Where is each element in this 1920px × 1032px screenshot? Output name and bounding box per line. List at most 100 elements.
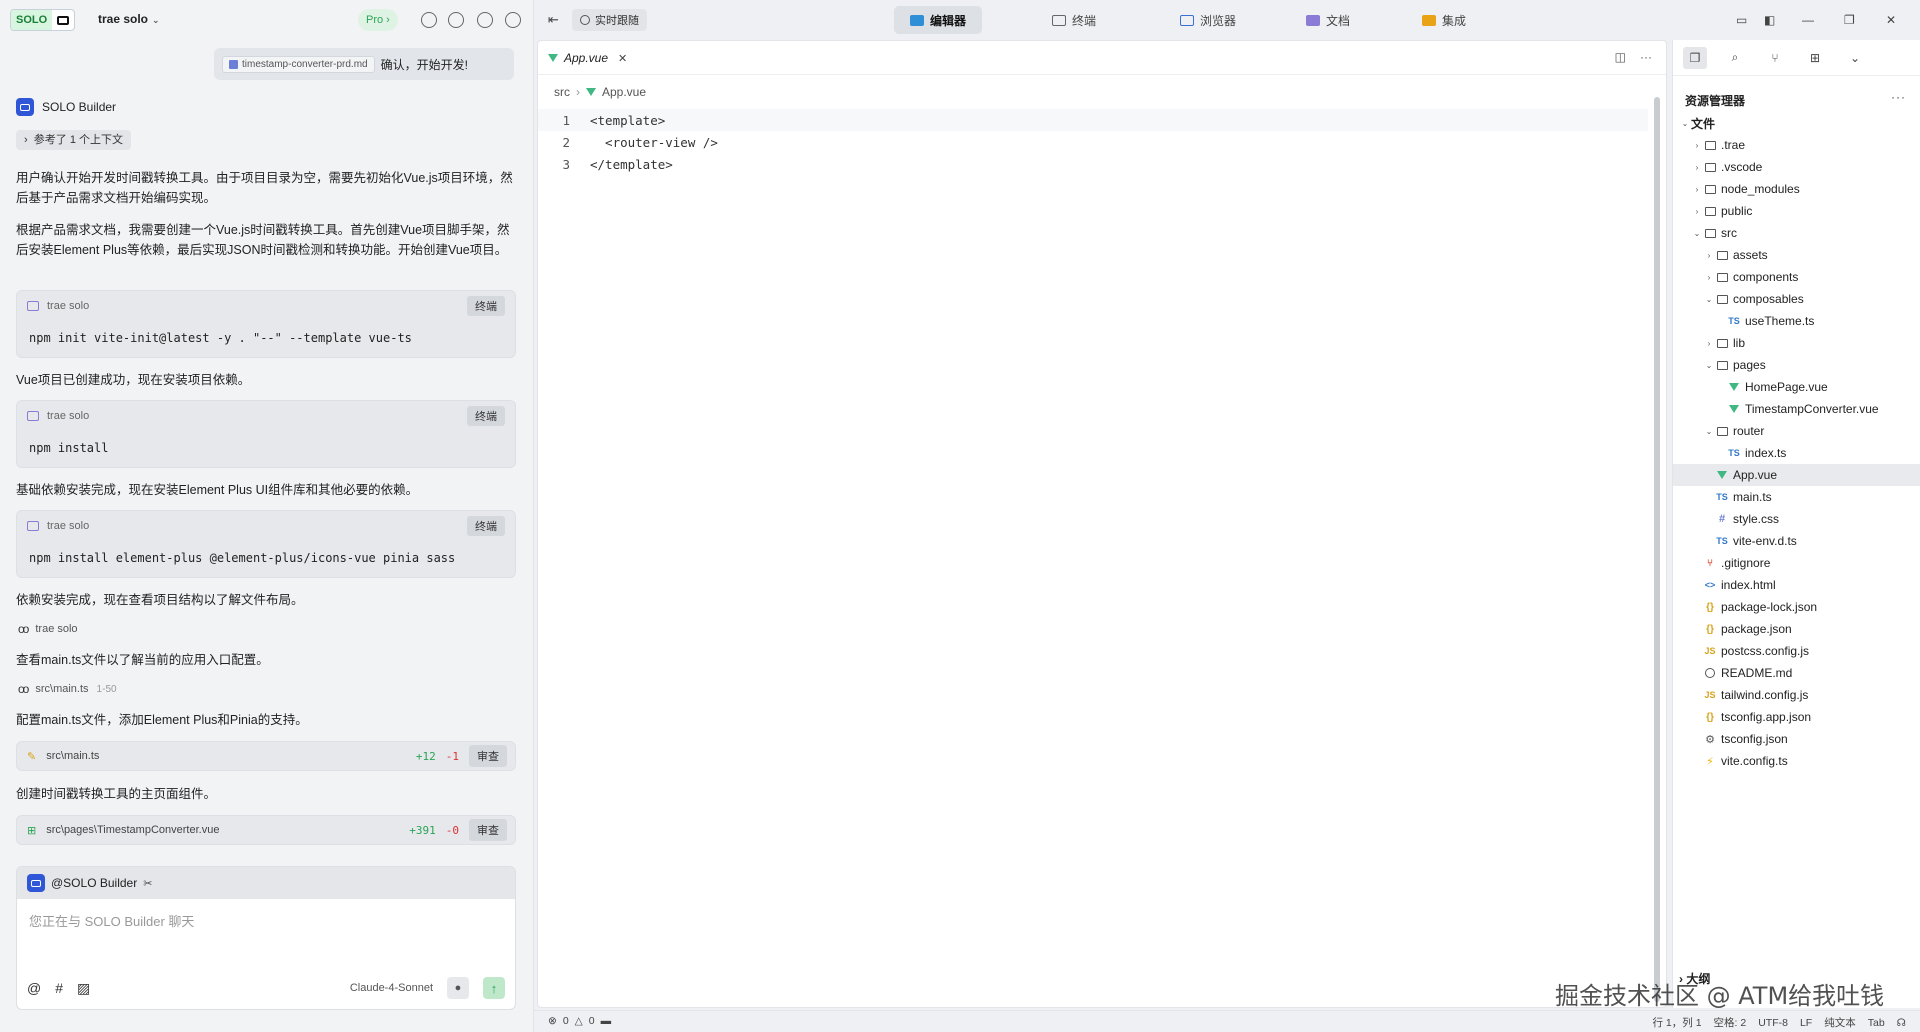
tree-item[interactable]: # style.css — [1673, 508, 1920, 530]
line-ending[interactable]: LF — [1800, 1017, 1812, 1029]
tree-item[interactable]: › public — [1673, 200, 1920, 222]
tree-item[interactable]: HomePage.vue — [1673, 376, 1920, 398]
tree-item[interactable]: TimestampConverter.vue — [1673, 398, 1920, 420]
settings-icon[interactable] — [477, 12, 493, 28]
indentation[interactable]: 空格: 2 — [1714, 1015, 1747, 1030]
review-button[interactable]: 审查 — [469, 745, 507, 767]
tree-item[interactable]: {} package.json — [1673, 618, 1920, 640]
diff-card: ✎ src\main.ts +12 -1 审查 — [16, 741, 516, 771]
view-tool-row[interactable]: oo src\main.ts 1-50 — [18, 682, 117, 696]
editor-scrollbar[interactable] — [1654, 97, 1660, 1002]
chevron-down-icon: ⌄ — [1705, 426, 1713, 436]
problems-indicator[interactable]: ⊗ 0 △ 0 ▬ — [548, 1015, 611, 1027]
tree-item[interactable]: TS index.ts — [1673, 442, 1920, 464]
attached-file-chip[interactable]: timestamp-converter-prd.md — [222, 55, 375, 73]
tree-item[interactable]: ⚙ tsconfig.json — [1673, 728, 1920, 750]
agent-mention[interactable]: @SOLO Builder — [51, 876, 137, 890]
tree-item[interactable]: ⌄ pages — [1673, 354, 1920, 376]
terminal-icon[interactable]: ▬ — [601, 1015, 612, 1027]
code-area[interactable]: 1 <template> 2 <router-view /> 3 </templat… — [538, 109, 1648, 175]
status-right: 行 1，列 1 空格: 2 UTF-8 LF 纯文本 Tab ☊ — [1653, 1015, 1906, 1030]
tab-integrations[interactable]: 集成 — [1406, 6, 1482, 34]
hash-icon[interactable]: # — [55, 980, 63, 996]
tree-item[interactable]: › assets — [1673, 244, 1920, 266]
encoding[interactable]: UTF-8 — [1758, 1017, 1788, 1029]
tree-item[interactable]: ⚡ vite.config.ts — [1673, 750, 1920, 772]
tab-docs[interactable]: 文档 — [1290, 6, 1366, 34]
image-icon[interactable]: ▨ — [77, 980, 90, 997]
tree-item[interactable]: <> index.html — [1673, 574, 1920, 596]
tree-item[interactable]: {} tsconfig.app.json — [1673, 706, 1920, 728]
source-control-icon[interactable]: ⑂ — [1763, 47, 1787, 69]
context-reference[interactable]: › 参考了 1 个上下文 — [16, 130, 132, 150]
open-terminal-button[interactable]: 终端 — [467, 516, 505, 536]
diff-file[interactable]: src\main.ts — [46, 750, 99, 762]
follow-toggle[interactable]: 实时跟随 — [572, 9, 647, 31]
send-button[interactable]: ↑ — [483, 977, 505, 999]
tab-editor[interactable]: 编辑器 — [894, 6, 983, 34]
new-chat-icon[interactable] — [421, 12, 437, 28]
chat-input[interactable]: 您正在与 SOLO Builder 聊天 — [29, 911, 194, 930]
tree-item[interactable]: TS main.ts — [1673, 486, 1920, 508]
more-icon[interactable]: ··· — [1891, 90, 1906, 104]
project-selector[interactable]: trae solo ⌄ — [98, 12, 160, 26]
review-button[interactable]: 审查 — [469, 819, 507, 841]
tree-item[interactable]: JS tailwind.config.js — [1673, 684, 1920, 706]
tree-item[interactable]: App.vue — [1673, 464, 1920, 486]
assistant-text: Vue项目已创建成功，现在安装项目依赖。 — [16, 373, 251, 387]
breadcrumb-item[interactable]: App.vue — [602, 85, 646, 99]
editor-tab-app-vue[interactable]: App.vue ✕ — [548, 47, 627, 69]
minimize-icon[interactable]: — — [1802, 13, 1814, 27]
split-editor-icon[interactable]: ◫ — [1615, 50, 1626, 64]
code-editor: App.vue ✕ ◫ ··· src › App.vue 1 <template… — [537, 40, 1667, 1008]
account-icon[interactable] — [505, 12, 521, 28]
history-icon[interactable] — [448, 12, 464, 28]
close-tab-icon[interactable]: ✕ — [618, 52, 627, 65]
tree-item[interactable]: › node_modules — [1673, 178, 1920, 200]
collapse-sidebar-icon[interactable]: ⇤ — [548, 12, 559, 28]
cursor-position[interactable]: 行 1，列 1 — [1653, 1015, 1702, 1030]
tree-item[interactable]: {} package-lock.json — [1673, 596, 1920, 618]
tree-item[interactable]: ⌄ src — [1673, 222, 1920, 244]
tab-terminal[interactable]: 终端 — [1036, 6, 1112, 34]
tools-icon[interactable]: ✂ — [143, 877, 152, 890]
chevron-down-icon[interactable]: ⌄ — [1843, 47, 1867, 69]
layout-bottom-icon[interactable]: ▭ — [1736, 13, 1747, 27]
model-selector[interactable]: Claude-4-Sonnet — [350, 982, 433, 994]
language-mode[interactable]: 纯文本 — [1824, 1015, 1856, 1030]
tree-item[interactable]: › components — [1673, 266, 1920, 288]
more-icon[interactable]: ··· — [1640, 50, 1652, 64]
tree-item[interactable]: ⌄ composables — [1673, 288, 1920, 310]
extensions-icon[interactable]: ⊞ — [1803, 47, 1827, 69]
files-icon[interactable]: ❐ — [1683, 46, 1707, 69]
close-icon[interactable]: ✕ — [1886, 13, 1896, 27]
breadcrumb-item[interactable]: src — [554, 85, 570, 99]
tree-item[interactable]: › .trae — [1673, 134, 1920, 156]
tab-mode[interactable]: Tab — [1868, 1017, 1885, 1029]
diff-file[interactable]: src\pages\TimestampConverter.vue — [46, 824, 219, 836]
tree-item[interactable]: › .vscode — [1673, 156, 1920, 178]
tree-item[interactable]: › lib — [1673, 332, 1920, 354]
tree-item[interactable]: TS useTheme.ts — [1673, 310, 1920, 332]
tree-item[interactable]: JS postcss.config.js — [1673, 640, 1920, 662]
tree-item[interactable]: README.md — [1673, 662, 1920, 684]
open-terminal-button[interactable]: 终端 — [467, 296, 505, 316]
restore-icon[interactable]: ❐ — [1844, 13, 1855, 27]
tree-item[interactable]: ⌄ router — [1673, 420, 1920, 442]
microphone-icon[interactable]: ● — [447, 977, 469, 999]
pro-badge[interactable]: Pro › — [358, 9, 398, 31]
tree-item-label: .vscode — [1721, 160, 1763, 174]
open-terminal-button[interactable]: 终端 — [467, 406, 505, 426]
view-tool-row[interactable]: oo trae solo — [18, 622, 78, 636]
tree-item[interactable]: TS vite-env.d.ts — [1673, 530, 1920, 552]
tab-browser[interactable]: 浏览器 — [1164, 6, 1252, 34]
chevron-right-icon: › — [1707, 250, 1711, 260]
diff-additions: +391 — [409, 823, 436, 837]
tree-item[interactable]: ⌄ 文件 — [1673, 112, 1920, 134]
mention-icon[interactable]: @ — [27, 980, 41, 996]
search-icon[interactable]: ⌕ — [1723, 47, 1747, 69]
layout-side-icon[interactable]: ◧ — [1764, 13, 1775, 27]
solo-mode-badge[interactable]: SOLO — [10, 9, 76, 31]
notifications-icon[interactable]: ☊ — [1897, 1017, 1906, 1029]
tree-item[interactable]: ⑂ .gitignore — [1673, 552, 1920, 574]
